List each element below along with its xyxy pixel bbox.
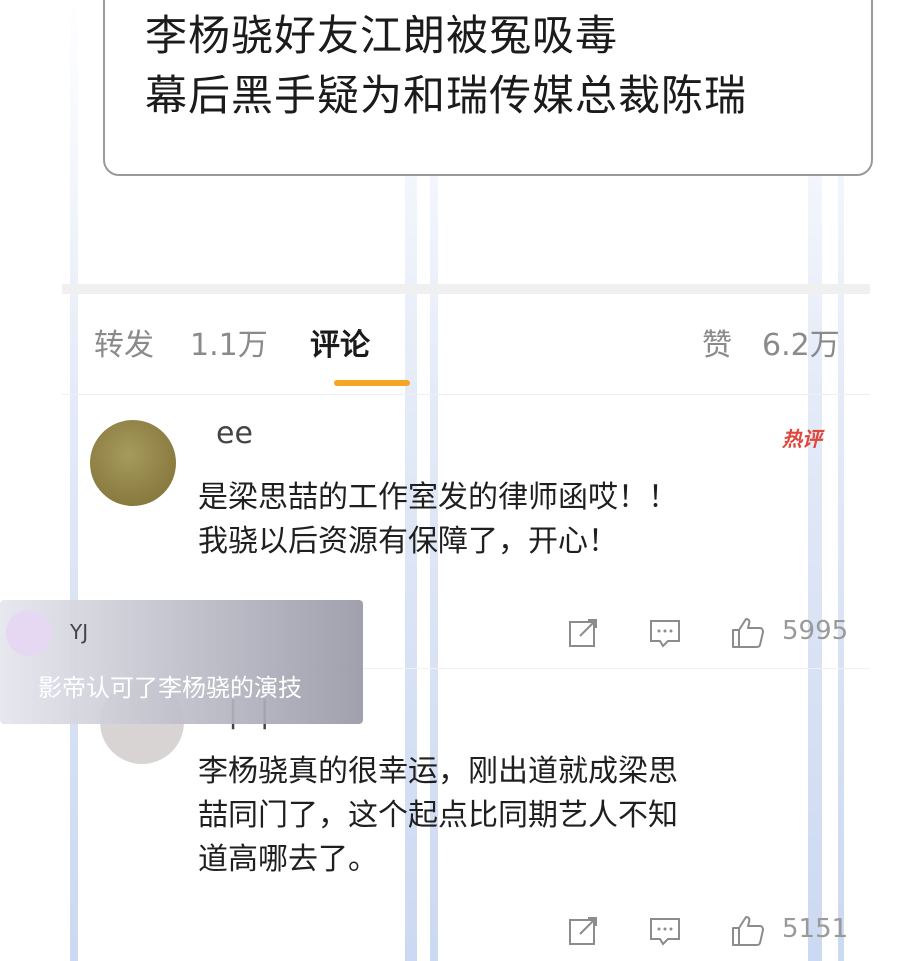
tab-likes[interactable]: 赞 [702,320,732,364]
toast-message: 影帝认可了李杨骁的演技 [38,674,302,702]
tab-likes-count[interactable]: 6.2万 [762,320,840,364]
comment-line: 李杨骁真的很幸运，刚出道就成梁思 [198,754,678,789]
comment-text: 李杨骁真的很幸运，刚出道就成梁思 喆同门了，这个起点比同期艺人不知 道高哪去了。 [198,750,678,882]
avatar[interactable] [90,420,176,506]
headline-line-2: 幕后黑手疑为和瑞传媒总裁陈瑞 [145,71,748,120]
toast-avatar [6,610,52,656]
tab-forward-count[interactable]: 1.1万 [190,320,268,364]
comment-line: 道高哪去了。 [198,842,378,877]
tab-forward[interactable]: 转发 [94,320,154,364]
like-icon[interactable] [730,616,766,654]
comment-icon[interactable] [648,914,682,952]
comment-text: 是梁思喆的工作室发的律师函哎！！ 我骁以后资源有保障了，开心！ [198,476,678,564]
comment-icon[interactable] [648,616,682,654]
comment-actions: 5151 [560,912,880,952]
like-count: 5995 [782,616,849,646]
comment-actions: 5995 [560,614,880,654]
hot-comment-badge: 热评 [782,427,822,451]
tab-comments[interactable]: 评论 [310,320,370,364]
active-tab-indicator [334,380,410,386]
share-icon[interactable] [566,914,600,952]
like-icon[interactable] [730,914,766,952]
section-divider [62,284,870,294]
headline-card[interactable]: 李杨骁好友江朗被冤吸毒 幕后黑手疑为和瑞传媒总裁陈瑞 [103,0,873,176]
tab-bar: 转发 1.1万 评论 赞 6.2万 [0,320,900,380]
tab-separator [62,394,870,395]
like-count: 5151 [782,914,849,944]
toast-username: YJ [70,620,89,644]
comment-line: 是梁思喆的工作室发的律师函哎！！ [198,480,678,515]
glitch-streak [70,0,78,961]
headline-line-1: 李杨骁好友江朗被冤吸毒 [145,11,619,60]
share-icon[interactable] [566,616,600,654]
comment-username[interactable]: ee [216,416,253,451]
comment-line: 喆同门了，这个起点比同期艺人不知 [198,798,678,833]
comment-line: 我骁以后资源有保障了，开心！ [198,524,618,559]
notification-toast[interactable]: YJ 影帝认可了李杨骁的演技 [0,600,363,724]
